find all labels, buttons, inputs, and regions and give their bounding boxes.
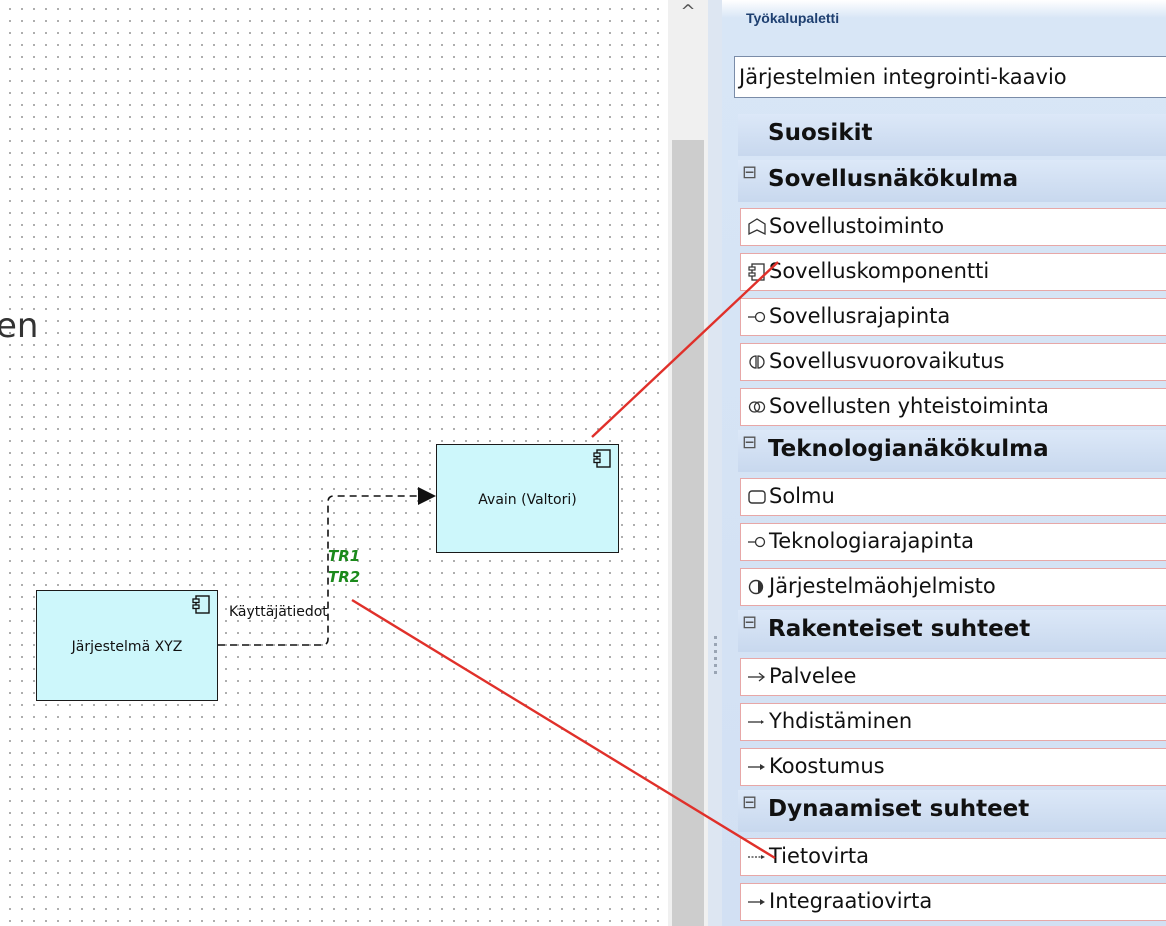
group-favorites[interactable]: Suosikit <box>738 114 1166 156</box>
partial-canvas-text: en <box>0 306 39 346</box>
tool-item-yhdistaminen[interactable]: Yhdistäminen <box>740 703 1166 741</box>
tool-label: Teknologiarajapinta <box>769 529 974 553</box>
group-application-view[interactable]: ⊟ Sovellusnäkökulma <box>738 160 1166 202</box>
tool-label: Koostumus <box>769 754 885 778</box>
tool-label: Yhdistäminen <box>769 709 913 733</box>
splitter-grip-dot <box>714 650 717 653</box>
splitter-grip-dot <box>714 643 717 646</box>
component-icon <box>192 595 210 614</box>
application-collaboration-icon <box>748 401 766 413</box>
tr2-label: TR2 <box>328 568 361 586</box>
group-structural-relations[interactable]: ⊟ Rakenteiset suhteet <box>738 610 1166 652</box>
splitter-grip-dot <box>714 671 717 674</box>
application-interaction-icon <box>749 355 765 369</box>
tool-item-jarjestelmaohjelmisto[interactable]: Järjestelmäohjelmisto <box>740 568 1166 606</box>
collapse-icon[interactable]: ⊟ <box>742 162 757 183</box>
tool-item-palvelee[interactable]: Palvelee <box>740 658 1166 696</box>
flow-relation-label[interactable]: Käyttäjätiedot <box>229 604 328 620</box>
tool-label: Solmu <box>769 484 835 508</box>
tool-item-sovellustoiminto[interactable]: Sovellustoiminto <box>740 208 1166 246</box>
group-technology-view[interactable]: ⊟ Teknologianäkökulma <box>738 430 1166 472</box>
group-label: Dynaamiset suhteet <box>768 796 1030 822</box>
association-arrow-icon <box>748 720 764 724</box>
toolbox-title: Työkalupaletti <box>746 10 840 26</box>
scroll-thumb[interactable] <box>672 140 704 926</box>
group-label: Rakenteiset suhteet <box>768 616 1031 642</box>
group-dynamic-relations[interactable]: ⊟ Dynaamiset suhteet <box>738 790 1166 832</box>
tool-item-koostumus[interactable]: Koostumus <box>740 748 1166 786</box>
integration-flow-arrow-icon <box>748 899 765 905</box>
tool-item-integraatiovirta[interactable]: Integraatiovirta <box>740 883 1166 921</box>
technology-interface-icon <box>748 536 766 548</box>
tool-item-solmu[interactable]: Solmu <box>740 478 1166 516</box>
group-label: Sovellusnäkökulma <box>768 166 1019 192</box>
tool-item-teknologiarajapinta[interactable]: Teknologiarajapinta <box>740 523 1166 561</box>
element-jarjestelma-xyz[interactable]: Järjestelmä XYZ <box>36 590 218 701</box>
tool-item-sovellusrajapinta[interactable]: Sovellusrajapinta <box>740 298 1166 336</box>
tool-label: Palvelee <box>769 664 857 688</box>
tool-label: Järjestelmäohjelmisto <box>769 574 996 598</box>
flow-arrow-icon <box>748 855 765 859</box>
tool-label: Sovellustoiminto <box>769 214 945 238</box>
splitter-grip-dot <box>714 636 717 639</box>
collapse-icon[interactable]: ⊟ <box>742 792 757 813</box>
tool-label: Sovellusten yhteistoiminta <box>769 394 1049 418</box>
tool-item-sovellusvuorovaikutus[interactable]: Sovellusvuorovaikutus <box>740 343 1166 381</box>
diagram-canvas[interactable]: en Järjestelmä XYZ Avain (Valtori) Käytt… <box>0 0 668 926</box>
tool-label: Sovelluskomponentti <box>769 259 990 283</box>
tool-item-tietovirta[interactable]: Tietovirta <box>740 838 1166 876</box>
splitter-grip-dot <box>714 664 717 667</box>
element-label: Järjestelmä XYZ <box>71 639 183 655</box>
collapse-icon[interactable]: ⊟ <box>742 432 757 453</box>
tool-label: Tietovirta <box>769 844 870 868</box>
vertical-scrollbar[interactable]: ^ <box>668 0 708 926</box>
application-interface-icon <box>748 311 766 323</box>
tool-item-sovellusten-yhteistoiminta[interactable]: Sovellusten yhteistoiminta <box>740 388 1166 426</box>
component-icon <box>593 449 611 468</box>
scroll-up-button[interactable]: ^ <box>668 0 708 24</box>
collapse-icon[interactable]: ⊟ <box>742 612 757 633</box>
tr1-label: TR1 <box>328 547 361 565</box>
tool-label: Sovellusvuorovaikutus <box>769 349 1005 373</box>
node-icon <box>748 490 766 504</box>
panel-splitter[interactable] <box>708 0 722 926</box>
element-avain-valtori[interactable]: Avain (Valtori) <box>436 444 619 553</box>
system-software-icon <box>748 579 764 595</box>
tool-item-sovelluskomponentti[interactable]: Sovelluskomponentti <box>740 253 1166 291</box>
application-component-icon <box>748 263 765 281</box>
group-label: Suosikit <box>768 120 873 146</box>
serving-arrow-icon <box>748 672 766 682</box>
splitter-grip-dot <box>714 657 717 660</box>
diagram-type-select[interactable]: Järjestelmien integrointi-kaavio <box>734 56 1166 98</box>
toolbox-panel: Työkalupaletti Järjestelmien integrointi… <box>722 0 1166 926</box>
tool-label: Sovellusrajapinta <box>769 304 951 328</box>
group-label: Teknologianäkökulma <box>768 436 1049 462</box>
tool-label: Integraatiovirta <box>769 889 933 913</box>
element-label: Avain (Valtori) <box>478 492 577 508</box>
application-function-icon <box>748 218 766 236</box>
composition-arrow-icon <box>748 764 765 770</box>
